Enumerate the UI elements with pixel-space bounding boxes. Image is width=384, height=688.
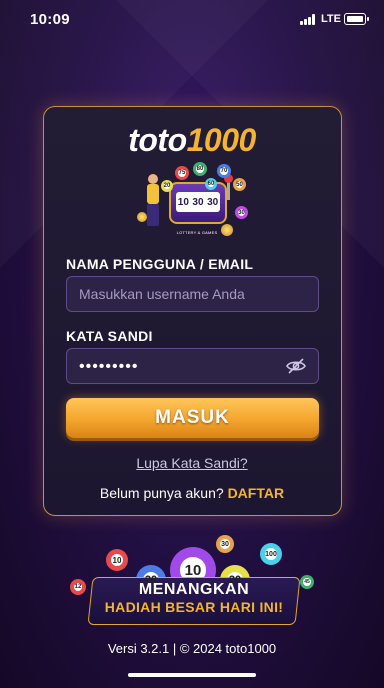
promo-line2: HADIAH BESAR HARI INI! [104, 599, 284, 615]
signup-prompt: Belum punya akun? [99, 485, 224, 501]
battery-icon [344, 13, 369, 25]
home-indicator[interactable] [128, 673, 256, 677]
network-type: LTE [321, 13, 341, 25]
signup-row: Belum punya akun? DAFTAR [0, 485, 384, 501]
brand-logo-part2: 1000 [186, 122, 257, 158]
lottery-ball: 20 [161, 180, 173, 192]
signup-link[interactable]: DAFTAR [228, 485, 285, 501]
password-label: KATA SANDI [66, 328, 153, 344]
lottery-ball: 30 [216, 535, 234, 553]
brand-logo: toto1000 [0, 122, 384, 159]
promo-banner: 10 20 10 30 20 100 12 45 MENANGKAN HADIA… [64, 535, 324, 635]
username-input[interactable] [66, 276, 319, 312]
status-time: 10:09 [30, 11, 70, 28]
lottery-ball: 70 [217, 164, 231, 178]
brand-logo-part1: toto [128, 122, 187, 158]
slot-number: 10 [177, 196, 189, 208]
lottery-ball: 30 [235, 206, 248, 219]
slot-number: 30 [192, 196, 204, 208]
toggle-password-visibility-icon[interactable] [286, 358, 306, 374]
lottery-ball: 80 [193, 162, 207, 176]
lottery-ball: 50 [233, 178, 246, 191]
lottery-ball: 75 [175, 166, 189, 180]
slot-machine-icon: 10 30 30 [169, 182, 227, 224]
username-label: NAMA PENGGUNA / EMAIL [66, 256, 254, 272]
hero-illustration: 10 30 30 75 80 70 50 30 20 60 LOTTERY & … [135, 162, 253, 244]
login-button[interactable]: MASUK [66, 398, 319, 438]
hero-caption: LOTTERY & GAMES [176, 230, 218, 235]
signal-icon [300, 14, 318, 25]
forgot-password-link[interactable]: Lupa Kata Sandi? [0, 455, 384, 471]
lottery-ball: 60 [205, 178, 217, 190]
password-value: ••••••••• [79, 358, 139, 375]
version-footer: Versi 3.2.1 | © 2024 toto1000 [107, 641, 277, 656]
status-bar: 10:09 LTE [0, 0, 384, 40]
lottery-ball: 100 [260, 543, 282, 565]
promo-line1: MENANGKAN [138, 581, 250, 598]
slot-number: 30 [207, 196, 219, 208]
lottery-ball: 10 [106, 549, 128, 571]
